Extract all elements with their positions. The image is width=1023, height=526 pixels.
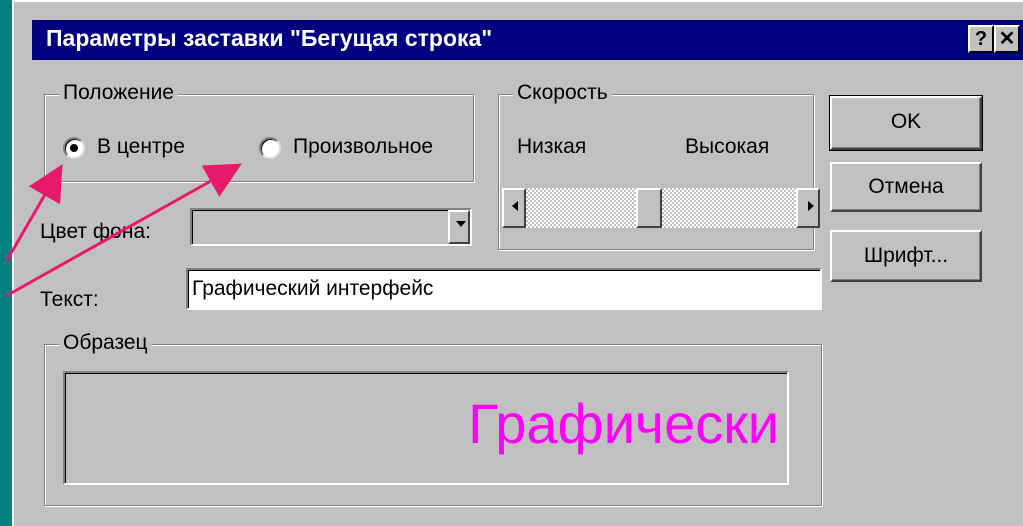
radio-center-label[interactable]: В центре — [97, 135, 185, 159]
text-input[interactable]: Графический интерфейс — [186, 268, 822, 310]
speed-group-legend: Скорость — [513, 81, 612, 105]
radio-arbitrary[interactable] — [259, 137, 281, 159]
text-input-value: Графический интерфейс — [192, 277, 434, 300]
left-arrow-icon — [512, 201, 518, 211]
radio-center[interactable] — [63, 137, 85, 159]
help-button[interactable]: ? — [968, 25, 994, 53]
speed-low-label: Низкая — [517, 135, 587, 158]
sample-group-legend: Образец — [59, 331, 152, 355]
radio-arbitrary-label[interactable]: Произвольное — [293, 135, 433, 159]
window-title: Параметры заставки "Бегущая строка" — [46, 25, 493, 51]
chevron-down-icon — [456, 221, 466, 227]
sample-group: Образец Графически — [44, 331, 822, 506]
font-button[interactable]: Шрифт... — [830, 230, 982, 282]
slider-right-button[interactable] — [796, 188, 820, 228]
position-group: Положение В центре Произвольное — [44, 81, 474, 182]
close-button[interactable]: ✕ — [994, 25, 1020, 53]
speed-high-label: Высокая — [685, 135, 770, 158]
sample-preview: Графически — [63, 371, 789, 485]
cancel-button[interactable]: Отмена — [830, 162, 982, 212]
right-arrow-icon — [808, 201, 814, 211]
ok-button[interactable]: OK — [829, 95, 983, 151]
dropdown-button[interactable] — [448, 210, 470, 244]
speed-slider-thumb[interactable] — [635, 188, 662, 228]
slider-left-button[interactable] — [502, 188, 526, 228]
sample-preview-text: Графически — [468, 392, 779, 455]
title-bar[interactable]: Параметры заставки "Бегущая строка" ? ✕ — [32, 20, 1023, 60]
text-field-label: Текст: — [40, 288, 99, 311]
position-group-legend: Положение — [59, 81, 178, 105]
background-color-select[interactable] — [190, 208, 472, 246]
background-color-label: Цвет фона: — [40, 220, 151, 243]
screensaver-settings-dialog: Параметры заставки "Бегущая строка" ? ✕ … — [12, 0, 1023, 526]
radio-selected-dot — [70, 144, 78, 152]
